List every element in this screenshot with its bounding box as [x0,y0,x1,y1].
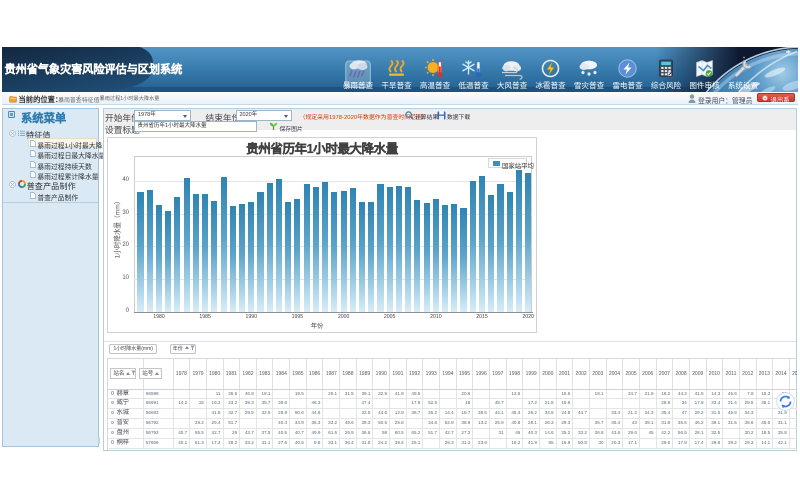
svg-text:暴雨普查: 暴雨普查 [343,80,374,90]
svg-text:贵州省气象灾害风险评估与区划系统: 贵州省气象灾害风险评估与区划系统 [5,62,183,76]
svg-text:高温普查: 高温普查 [420,80,451,90]
svg-text:大风普查: 大风普查 [497,80,528,90]
svg-text:干旱普查: 干旱普查 [381,80,412,90]
svg-text:图件审核: 图件审核 [689,80,720,90]
svg-text:冰雹普查: 冰雹普查 [535,80,566,90]
svg-text:雷电普查: 雷电普查 [612,80,643,90]
svg-text:系统设置: 系统设置 [728,80,759,90]
svg-text:低温普查: 低温普查 [458,80,489,90]
svg-text:雪灾普查: 雪灾普查 [574,80,605,90]
svg-text:综合风险: 综合风险 [651,80,682,90]
